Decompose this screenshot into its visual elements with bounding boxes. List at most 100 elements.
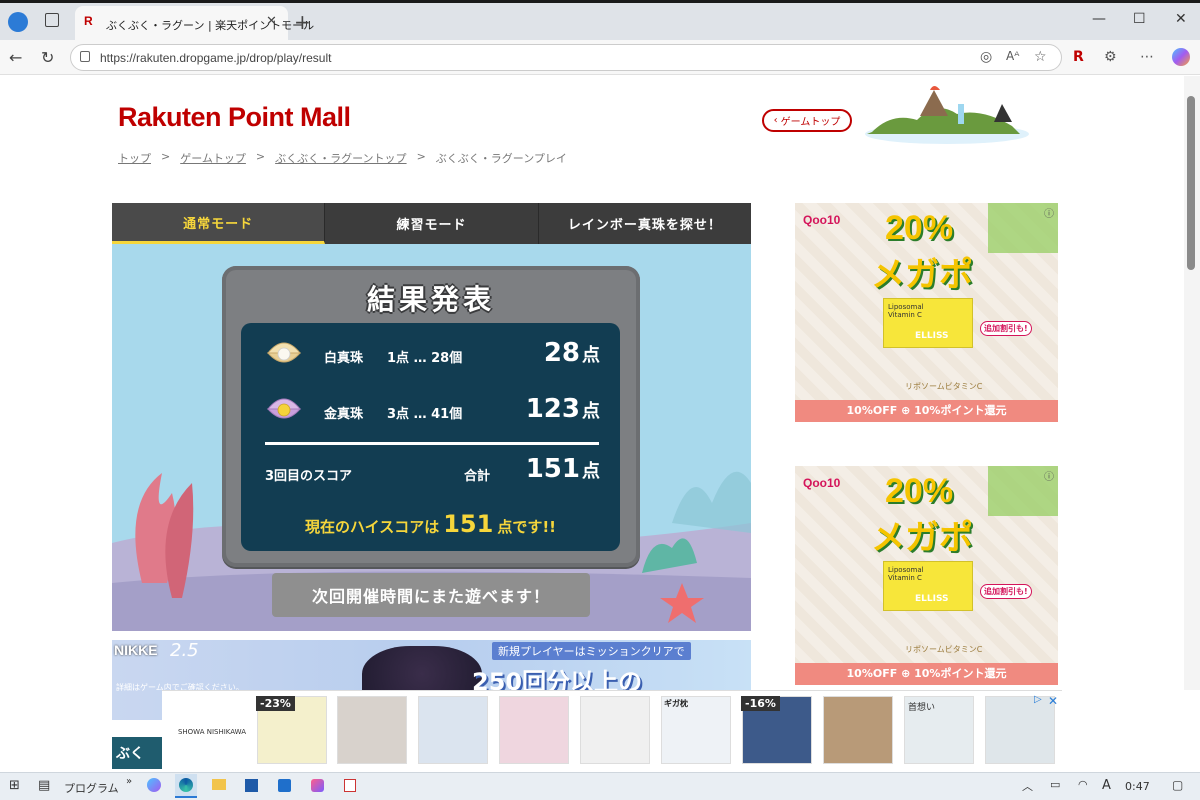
breadcrumb-top[interactable]: トップ [118,150,151,166]
round-score-label: 3回目のスコア [265,469,353,484]
tab-close-icon[interactable]: ✕ [266,14,277,29]
tab-normal-mode[interactable]: 通常モード [112,203,326,244]
nikke-text-top: 新規プレイヤーはミッションクリアで [492,642,691,660]
breadcrumb-current: ぶくぶく・ラグーンプレイ [435,152,567,165]
ime-indicator[interactable]: A [1102,778,1111,793]
hiscore-prefix: 現在のハイスコアは [304,518,440,536]
product-thumb[interactable] [337,696,407,764]
outlook-icon[interactable] [278,779,291,792]
tracking-prevention-icon[interactable]: ◎ [980,49,992,65]
total-score: 151 点 [420,454,600,484]
breadcrumb-separator: > [416,150,426,163]
chevron-left-icon: ‹ [773,115,778,126]
white-pearl-shell-icon [266,342,302,363]
product-thumb[interactable] [580,696,650,764]
tab-practice-mode[interactable]: 練習モード [325,203,539,244]
ad-product-name: Liposomal Vitamin C [888,303,924,319]
showa-nishikawa-brand: SHOWA NISHIKAWA [177,728,247,736]
ad-brand: Qoo10 [803,213,841,227]
url-text: https://rakuten.dropgame.jp/drop/play/re… [100,51,332,65]
game-top-button[interactable]: ‹ ゲームトップ [762,109,852,132]
breadcrumb-separator: > [255,150,266,163]
result-divider [265,442,599,445]
more-menu-icon[interactable]: ⋯ [1140,49,1154,65]
gold-pearl-label: 金真珠 [324,407,364,422]
breadcrumb-game-top[interactable]: ゲームトップ [180,150,246,166]
clock-time[interactable]: 0:47 [1125,780,1150,793]
breadcrumb: トップ > ゲームトップ > ぶくぶく・ラグーントップ > ぶくぶく・ラグーンプ… [118,150,567,166]
rakuten-app-icon[interactable] [344,779,356,792]
profile-icon[interactable] [8,12,28,32]
overflow-chevron-icon[interactable]: » [126,776,132,787]
read-aloud-icon[interactable]: Aᴬ [1006,49,1019,63]
island-illustration [865,86,1029,144]
qoo10-ad-2[interactable]: Qoo10 20% メガポ Liposomal Vitamin C ELLISS… [795,466,1058,685]
nikke-logo: NIKKE [114,642,158,658]
ad-footer: 10%OFF ⊕ 10%ポイント還元 [795,663,1058,685]
ad-info-icon[interactable]: ⓘ [1044,468,1054,483]
ad-product-name: Liposomal Vitamin C [888,566,924,582]
ad-brand: Qoo10 [803,476,841,490]
rakuten-point-mall-logo[interactable]: Rakuten Point Mall [118,102,351,133]
product-thumb[interactable] [823,696,893,764]
minimize-icon[interactable]: — [1092,11,1106,27]
rakuten-extension-icon[interactable]: R [1073,49,1084,65]
close-window-icon[interactable]: ✕ [1175,11,1187,27]
qoo10-ad-1[interactable]: Qoo10 20% メガポ Liposomal Vitamin C ELLISS… [795,203,1058,422]
discount-badge: -16% [741,696,780,711]
result-title: 結果発表 [366,283,495,316]
product-thumb[interactable] [499,696,569,764]
white-pearl-label: 白真珠 [324,351,364,366]
gold-pearl-score-value: 123 [525,394,580,424]
nikke-anniversary: 2.5 [170,640,199,661]
gold-pearl-shell-icon [266,398,302,419]
back-icon[interactable]: ← [9,48,22,67]
breadcrumb-lagoon-top[interactable]: ぶくぶく・ラグーントップ [275,150,406,166]
battery-icon[interactable]: ▭ [1050,778,1060,791]
total-score-unit: 点 [582,461,600,482]
favorite-star-icon[interactable]: ☆ [1034,49,1047,65]
next-play-button[interactable]: 次回開催時間にまた遊べます！ [272,573,590,617]
tab-title: ぶくぶく・ラグーン | 楽天ポイントモール [106,19,315,32]
ad-headline: メガポ [871,518,973,558]
file-explorer-icon[interactable] [212,779,226,790]
ad-footer: 10%OFF ⊕ 10%ポイント還元 [795,400,1058,422]
ad-product-brand: ELLISS [915,331,949,341]
notification-icon[interactable]: ▢ [1172,778,1183,792]
scrollbar-thumb[interactable] [1187,96,1195,270]
workspaces-icon[interactable] [45,13,59,27]
task-view-icon[interactable]: ▤ [38,778,50,793]
mode-tabs: 通常モード 練習モード レインボー真珠を探せ！ [112,203,751,244]
app-icon[interactable] [311,779,324,792]
edge-icon [179,778,193,792]
hiscore-message: 現在のハイスコアは 151 点です!! [241,510,620,538]
total-score-value: 151 [525,454,580,484]
ad-close-icon[interactable]: ✕ [1048,694,1058,708]
copilot-taskbar-icon[interactable] [147,778,161,792]
white-pearl-score-value: 28 [543,338,580,368]
product-thumb[interactable] [418,696,488,764]
extensions-icon[interactable]: ⚙ [1104,49,1117,65]
refresh-icon[interactable]: ↻ [41,48,54,67]
white-pearl-score-unit: 点 [582,345,600,366]
gold-pearl-score: 123 点 [420,394,600,424]
ad-product-brand: ELLISS [915,594,949,604]
ad-info-icon[interactable]: ⓘ [1044,205,1054,220]
copilot-icon[interactable] [1172,48,1190,66]
tab-favicon-icon: R [84,14,93,28]
ad-badge: 追加割引も! [980,584,1032,599]
tray-chevron-icon[interactable]: ︿ [1022,778,1033,794]
wifi-icon[interactable]: ◠ [1078,778,1088,791]
product-thumb[interactable] [985,696,1055,764]
program-label[interactable]: プログラム [64,780,119,796]
new-tab-icon[interactable]: + [294,10,311,34]
tab-rainbow-pearl[interactable]: レインボー真珠を探せ！ [539,203,751,244]
hiscore-suffix: 点です!! [497,518,557,536]
adchoices-icon[interactable]: ▷ [1034,694,1042,705]
game-top-label: ゲームトップ [780,117,841,128]
breadcrumb-separator: > [161,150,171,163]
windows-start-icon[interactable]: ⊞ [9,778,20,793]
store-icon[interactable] [245,779,258,792]
lock-icon[interactable] [80,51,90,62]
maximize-icon[interactable]: ☐ [1133,11,1146,27]
